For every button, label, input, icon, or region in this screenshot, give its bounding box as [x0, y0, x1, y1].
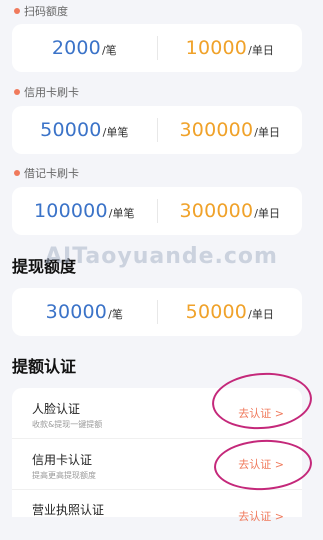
credit-quota-label: 信用卡刷卡	[14, 84, 79, 100]
verification-heading: 提额认证	[12, 357, 77, 376]
withdraw-quota-per-transaction: 30000 /笔	[12, 301, 157, 323]
withdraw-quota-right-unit: /单日	[248, 308, 274, 321]
debit-quota-card: 100000 /单笔 300000 /单日	[12, 187, 302, 235]
bullet-dot-icon	[14, 8, 20, 14]
debit-quota-right-value: 300000	[179, 200, 254, 222]
verify-item-title: 信用卡认证	[32, 453, 93, 467]
withdraw-quota-right-value: 50000	[185, 301, 248, 323]
go-verify-business-license-link[interactable]: 去认证 >	[238, 508, 284, 524]
credit-quota-left-value: 50000	[40, 119, 102, 141]
credit-quota-daily: 300000 /单日	[158, 119, 303, 141]
withdraw-quota-left-value: 30000	[45, 301, 108, 323]
bullet-dot-icon	[14, 89, 20, 95]
withdraw-quota-heading: 提现额度	[12, 257, 77, 276]
scan-quota-right-unit: /单日	[248, 44, 274, 57]
withdraw-quota-left-unit: /笔	[108, 308, 123, 321]
scan-quota-daily: 10000 /单日	[158, 37, 303, 59]
credit-quota-left-unit: /单笔	[102, 126, 129, 139]
verify-item-business-license[interactable]: 营业执照认证 去认证 >	[12, 490, 302, 540]
verify-item-subtitle: 提高更高提现额度	[32, 471, 96, 480]
scan-quota-left-value: 2000	[51, 37, 101, 59]
debit-quota-label: 借记卡刷卡	[14, 165, 79, 181]
scan-quota-label: 扫码额度	[14, 3, 68, 19]
go-verify-face-link[interactable]: 去认证 >	[238, 405, 284, 421]
verify-item-credit-card[interactable]: 信用卡认证 提高更高提现额度 去认证 >	[12, 439, 302, 490]
verify-item-title: 营业执照认证	[32, 503, 105, 517]
scan-quota-right-value: 10000	[185, 37, 248, 59]
scan-quota-left-unit: /笔	[101, 44, 117, 57]
debit-quota-right-unit: /单日	[254, 207, 280, 220]
bullet-dot-icon	[14, 170, 20, 176]
go-verify-credit-card-link[interactable]: 去认证 >	[238, 456, 284, 472]
debit-quota-per-transaction: 100000 /单笔	[12, 200, 157, 222]
credit-quota-label-text: 信用卡刷卡	[24, 86, 79, 99]
credit-quota-card: 50000 /单笔 300000 /单日	[12, 106, 302, 154]
scan-quota-label-text: 扫码额度	[24, 5, 68, 18]
debit-quota-label-text: 借记卡刷卡	[24, 167, 79, 180]
withdraw-quota-card: 30000 /笔 50000 /单日	[12, 288, 302, 336]
verify-item-title: 人脸认证	[32, 402, 81, 416]
credit-quota-per-transaction: 50000 /单笔	[12, 119, 157, 141]
withdraw-quota-daily: 50000 /单日	[158, 301, 303, 323]
credit-quota-right-value: 300000	[179, 119, 254, 141]
verify-item-face[interactable]: 人脸认证 收款&提现一键提额 去认证 >	[12, 388, 302, 439]
verify-item-subtitle: 收款&提现一键提额	[32, 420, 103, 429]
scan-quota-card: 2000 /笔 10000 /单日	[12, 24, 302, 72]
debit-quota-left-value: 100000	[34, 200, 108, 222]
debit-quota-left-unit: /单笔	[108, 207, 135, 220]
credit-quota-right-unit: /单日	[254, 126, 280, 139]
verification-list: 人脸认证 收款&提现一键提额 去认证 > 信用卡认证 提高更高提现额度 去认证 …	[12, 388, 302, 523]
scan-quota-per-transaction: 2000 /笔	[12, 37, 157, 59]
debit-quota-daily: 300000 /单日	[158, 200, 303, 222]
